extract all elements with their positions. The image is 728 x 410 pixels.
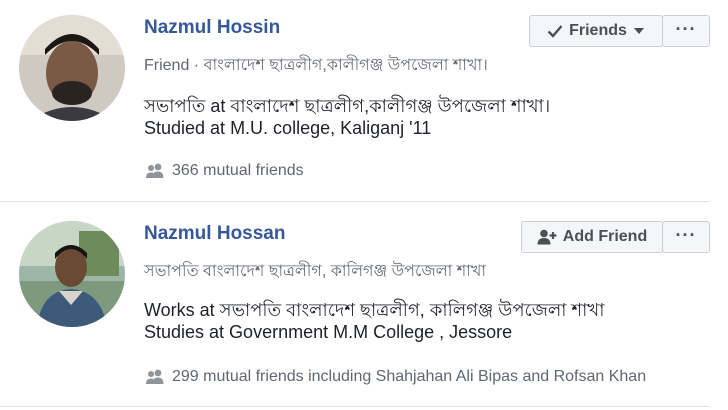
search-result-card: Nazmul Hossan সভাপতি বাংলাদেশ ছাত্রলীগ, … (0, 203, 728, 410)
divider (0, 406, 710, 407)
mutual-friends-icon (146, 163, 164, 178)
profile-subtitle: Friend · বাংলাদেশ ছাত্রলীগ,কালীগঞ্জ উপজে… (144, 57, 488, 74)
profile-detail-line: Studied at M.U. college, Kaliganj '11 (144, 118, 432, 138)
avatar[interactable] (19, 221, 125, 327)
mutual-friends-icon (146, 369, 164, 384)
more-options-button[interactable]: ··· (662, 15, 710, 47)
chevron-down-icon (633, 28, 644, 34)
avatar[interactable] (19, 15, 125, 121)
add-friend-button[interactable]: Add Friend (521, 221, 663, 253)
divider (0, 201, 710, 202)
profile-name-link[interactable]: Nazmul Hossan (144, 223, 285, 245)
add-friend-icon (537, 229, 557, 245)
search-result-card: Nazmul Hossin Friend · বাংলাদেশ ছাত্রলীগ… (0, 0, 728, 203)
checkmark-icon (547, 25, 563, 38)
more-icon: ··· (675, 18, 697, 39)
profile-photo (19, 221, 125, 327)
profile-photo (19, 15, 125, 121)
profile-name-link[interactable]: Nazmul Hossin (144, 17, 280, 39)
profile-detail-line: Studies at Government M.M College , Jess… (144, 322, 513, 342)
mutual-friends-text: 366 mutual friends (172, 162, 304, 179)
more-options-button[interactable]: ··· (662, 221, 710, 253)
more-icon: ··· (675, 224, 697, 245)
mutual-friends[interactable]: 366 mutual friends (144, 162, 304, 180)
profile-subtitle: সভাপতি বাংলাদেশ ছাত্রলীগ, কালিগঞ্জ উপজেল… (144, 263, 486, 280)
friends-button-label: Friends (569, 22, 627, 39)
add-friend-button-label: Add Friend (562, 228, 648, 245)
mutual-friends[interactable]: 299 mutual friends including Shahjahan A… (144, 368, 646, 386)
mutual-friends-text: 299 mutual friends including Shahjahan A… (172, 368, 647, 385)
friends-button[interactable]: Friends (529, 15, 663, 47)
